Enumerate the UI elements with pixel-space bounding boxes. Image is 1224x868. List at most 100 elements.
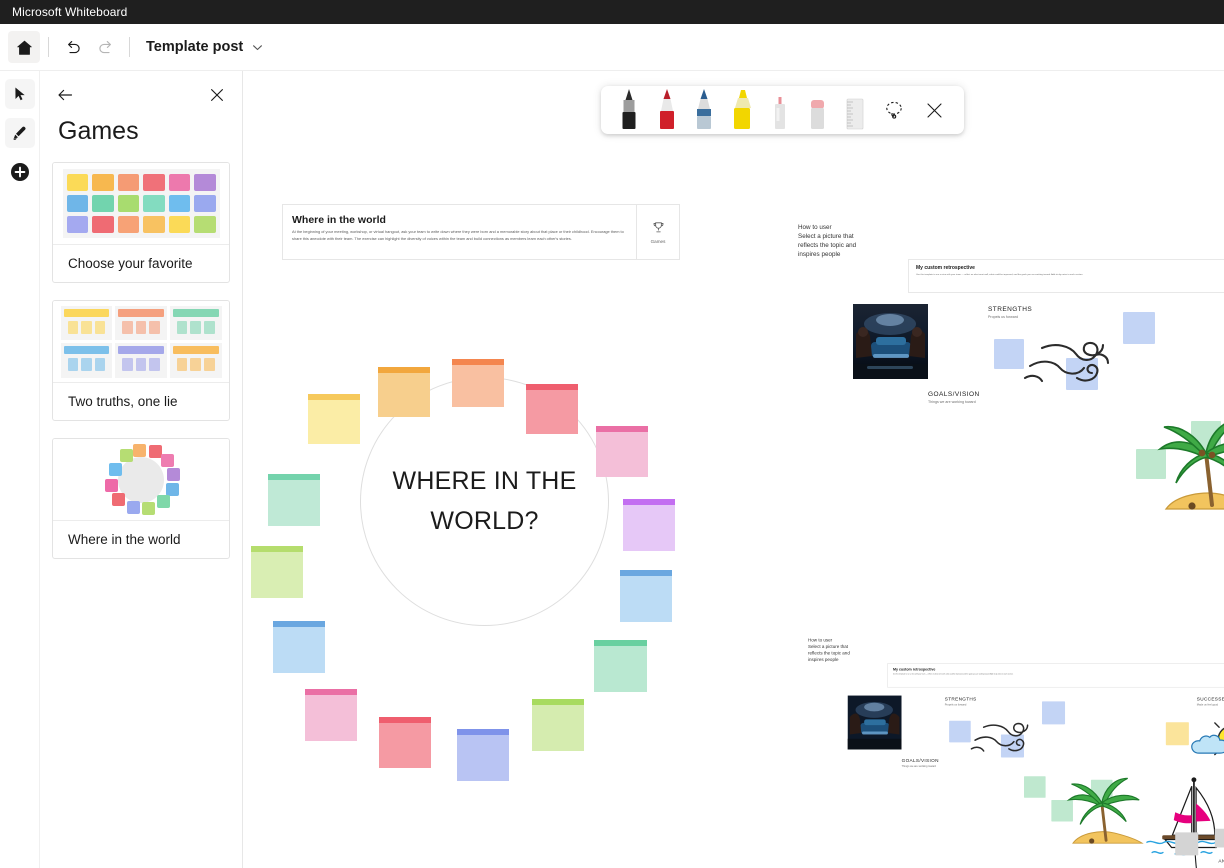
- template-label: Two truths, one lie: [53, 383, 229, 420]
- panel-header: [52, 71, 230, 109]
- section-title: ANCHORS: [1218, 859, 1224, 864]
- template-card-two-truths-one-lie[interactable]: Two truths, one lie: [52, 300, 230, 421]
- board-category-badge: Games: [637, 205, 679, 259]
- sticky-note[interactable]: [526, 384, 578, 434]
- pen-blue[interactable]: [686, 88, 722, 132]
- command-bar: Template post: [0, 24, 1224, 71]
- retro-section-goals: GOALS/VISION Things we are working towar…: [928, 391, 980, 404]
- circle-title: WHERE IN THE WORLD?: [385, 462, 585, 541]
- sticky-note[interactable]: [379, 717, 431, 768]
- retro-sticky-note[interactable]: [949, 721, 971, 743]
- sticky-note[interactable]: [623, 499, 675, 551]
- columns-thumbnail: [61, 306, 222, 378]
- template-thumbnail: [53, 439, 229, 521]
- panel-title: Games: [58, 117, 230, 146]
- template-label: Choose your favorite: [53, 245, 229, 282]
- pen-black[interactable]: [611, 88, 647, 132]
- retro-section-anchors: ANCHORS: [1218, 859, 1224, 864]
- pen-thin[interactable]: [762, 88, 798, 132]
- cursor-icon: [12, 86, 28, 102]
- app-body: Games Choose your favorite: [0, 71, 1224, 868]
- retrospective-board-large[interactable]: How to user Select a picture that reflec…: [798, 131, 1224, 561]
- sticky-note[interactable]: [378, 367, 430, 417]
- window-title: Microsoft Whiteboard: [12, 5, 127, 19]
- sticky-note-cap: [379, 717, 431, 723]
- sticky-note[interactable]: [305, 689, 357, 741]
- retro-photo[interactable]: [853, 304, 928, 379]
- retro-header-card[interactable]: My custom retrospective Use this templat…: [908, 259, 1224, 293]
- retro-sticky-note[interactable]: [1024, 776, 1046, 798]
- sticky-note-cap: [457, 729, 509, 735]
- board-description: At the beginning of your meeting, worksh…: [292, 229, 626, 243]
- undo-icon: [64, 38, 83, 57]
- sticky-note-cap: [532, 699, 584, 705]
- plus-circle-icon: [9, 161, 31, 183]
- sticky-note-cap: [596, 426, 648, 432]
- retro-sticky-note[interactable]: [1215, 829, 1224, 848]
- section-title: STRENGTHS: [945, 697, 977, 702]
- insert-tool[interactable]: [5, 157, 35, 187]
- retro-sticky-note[interactable]: [994, 339, 1024, 369]
- sticky-note[interactable]: [452, 359, 504, 407]
- section-title: STRENGTHS: [988, 306, 1032, 313]
- board-header-card[interactable]: Where in the world At the beginning of y…: [282, 204, 680, 260]
- whiteboard-canvas[interactable]: Where in the world At the beginning of y…: [243, 71, 1224, 868]
- close-icon: [209, 87, 225, 103]
- chevron-down-icon: [251, 41, 264, 54]
- sticky-note[interactable]: [268, 474, 320, 526]
- sticky-note[interactable]: [594, 640, 647, 692]
- pen-tool[interactable]: [5, 118, 35, 148]
- board-header-main: Where in the world At the beginning of y…: [283, 205, 637, 259]
- undo-button[interactable]: [57, 31, 89, 63]
- pen-icon: [11, 125, 28, 142]
- retro-header-body: Use this template to run a retro with yo…: [916, 274, 1224, 278]
- circle-thumbnail: [100, 444, 182, 516]
- panel-close-button[interactable]: [204, 82, 230, 108]
- retro-header-title: My custom retrospective: [893, 667, 1223, 671]
- sticky-note[interactable]: [308, 394, 360, 444]
- eraser[interactable]: [799, 88, 835, 132]
- lasso-select-icon: [882, 98, 906, 122]
- sticky-note[interactable]: [457, 729, 509, 781]
- panel-back-button[interactable]: [52, 82, 78, 108]
- tool-rail: [0, 71, 40, 868]
- sticky-note[interactable]: [532, 699, 584, 751]
- section-title: SUCCESSES: [1197, 697, 1224, 702]
- select-tool[interactable]: [5, 79, 35, 109]
- trophy-icon: [652, 221, 665, 234]
- ruler[interactable]: [837, 88, 873, 132]
- retro-header-card[interactable]: My custom retrospective Use this templat…: [887, 663, 1224, 687]
- section-subtitle: Things we are working toward: [928, 400, 980, 404]
- document-title-menu[interactable]: Template post: [146, 39, 264, 55]
- lasso-select-button[interactable]: [875, 90, 914, 130]
- template-card-choose-your-favorite[interactable]: Choose your favorite: [52, 162, 230, 283]
- sticky-note-cap: [620, 570, 672, 576]
- close-icon: [925, 101, 944, 120]
- sticky-note[interactable]: [251, 546, 303, 598]
- pen-toolbar-close-button[interactable]: [915, 90, 954, 130]
- sticky-note-cap: [308, 394, 360, 400]
- separator: [48, 37, 49, 57]
- section-subtitle: Things we are working toward: [902, 765, 939, 768]
- pen-red[interactable]: [649, 88, 685, 132]
- redo-button[interactable]: [89, 31, 121, 63]
- retro-header-body: Use this template to run a retro with yo…: [893, 674, 1223, 677]
- sticky-note[interactable]: [596, 426, 648, 477]
- sticky-note[interactable]: [273, 621, 325, 673]
- board-category-label: Games: [651, 239, 666, 244]
- template-card-where-in-the-world[interactable]: Where in the world: [52, 438, 230, 559]
- highlighter-yellow[interactable]: [724, 88, 760, 132]
- wind-illustration: [1022, 326, 1137, 396]
- arrow-left-icon: [55, 85, 75, 105]
- sticky-note[interactable]: [620, 570, 672, 622]
- palm-island-illustration: [1061, 771, 1158, 854]
- home-icon: [16, 39, 33, 56]
- wind-illustration: [969, 711, 1052, 761]
- template-thumbnail: [53, 301, 229, 383]
- sticky-note-cap: [378, 367, 430, 373]
- retro-photo[interactable]: [848, 696, 902, 750]
- retrospective-board-small[interactable]: How to user Select a picture that reflec…: [808, 571, 1224, 868]
- retro-sticky-note[interactable]: [1175, 832, 1198, 855]
- home-button[interactable]: [8, 31, 40, 63]
- separator: [129, 37, 130, 57]
